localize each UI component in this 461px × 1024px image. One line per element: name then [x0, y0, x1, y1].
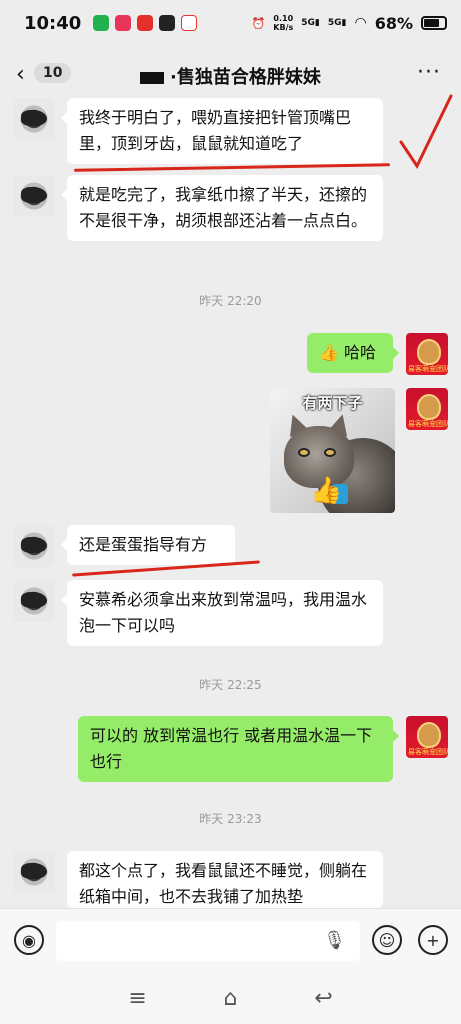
home-icon[interactable]: ⌂ [224, 986, 238, 1011]
message-bubble[interactable]: 还是蛋蛋指导有方 [61, 525, 235, 565]
plus-icon[interactable]: + [418, 925, 448, 955]
voice-icon[interactable]: ◉ [14, 925, 44, 955]
signal-icon: 5G▮ [301, 18, 320, 28]
redaction [140, 72, 164, 84]
message-bubble[interactable]: 👍 哈哈 [307, 333, 399, 373]
message-bubble[interactable]: 都这个点了，我看鼠鼠还不睡觉，侧躺在纸箱中间，也不去我铺了加热垫 [67, 851, 383, 908]
timestamp: 昨天 23:23 [199, 812, 262, 826]
sticker-caption: 有两下子 [302, 394, 363, 412]
notification-icons [93, 15, 198, 31]
chevron-left-icon[interactable]: ‹ [16, 62, 32, 87]
status-time: 10:40 [24, 12, 82, 34]
annotation-checkmark [399, 94, 453, 170]
battery-percent: 68% [374, 13, 413, 33]
avatar[interactable] [13, 525, 55, 567]
timestamp: 昨天 22:20 [199, 294, 262, 308]
status-bar: 10:40 ⏰ 0.10 KB/s 5G▮ 5G▮ ◠ 68% [0, 0, 461, 46]
avatar[interactable]: 易客萌宠团队 [406, 388, 448, 430]
app-notification-icon [115, 15, 132, 31]
signal-icon: 5G▮ [327, 18, 347, 28]
app-notification-icon [93, 15, 110, 31]
message-bubble[interactable]: 就是吃完了，我拿纸巾擦了半天，还擦的不是很干净，胡须根部还沾着一点点白。 [61, 175, 383, 241]
message-bubble[interactable]: 安慕希必须拿出来放到常温吗，我用温水泡一下可以吗 [61, 580, 383, 646]
sticker-image[interactable]: 👍 有两下子 [270, 388, 395, 513]
avatar[interactable] [13, 580, 55, 622]
avatar[interactable] [13, 98, 55, 140]
avatar[interactable]: 易客萌宠团队 [406, 333, 448, 375]
menu-icon[interactable]: ≡ [128, 986, 146, 1011]
more-dots-icon[interactable]: ··· [417, 60, 441, 85]
message-bubble[interactable]: 我终于明白了，喂奶直接把针管顶嘴巴里，顶到牙齿，鼠鼠就知道吃了 [61, 98, 383, 164]
message-input[interactable]: 🎙 [56, 921, 360, 961]
thumbs-up-icon: 👍 [319, 343, 339, 362]
alarm-icon: ⏰ [251, 16, 266, 30]
timestamp: 昨天 22:25 [199, 678, 262, 692]
wifi-icon: ◠ [354, 15, 367, 31]
avatar[interactable] [13, 175, 55, 217]
input-bar: ◉ 🎙 ☺ + [0, 908, 461, 972]
chat-header: ‹ 10 ·售独苗合格胖妹妹 ··· [0, 46, 461, 102]
annotation-underline [73, 163, 391, 172]
back-nav-icon[interactable]: ↩ [314, 986, 332, 1011]
chat-title: ·售独苗合格胖妹妹 [140, 63, 321, 89]
battery-icon [421, 16, 447, 30]
mic-icon[interactable]: 🎙 [323, 930, 346, 951]
message-bubble[interactable]: 可以的 放到常温也行 或者用温水温一下也行 [78, 716, 399, 782]
app-notification-icon [181, 15, 198, 31]
network-speed: 0.10 KB/s [273, 14, 294, 32]
emoji-icon[interactable]: ☺ [372, 925, 402, 955]
app-notification-icon [159, 15, 176, 31]
avatar[interactable] [13, 851, 55, 893]
unread-badge[interactable]: 10 [34, 63, 72, 83]
thumbs-up-icon: 👍 [310, 476, 343, 506]
avatar[interactable]: 易客萌宠团队 [406, 716, 448, 758]
app-notification-icon [137, 15, 154, 31]
system-nav-bar: ≡ ⌂ ↩ [0, 972, 461, 1024]
